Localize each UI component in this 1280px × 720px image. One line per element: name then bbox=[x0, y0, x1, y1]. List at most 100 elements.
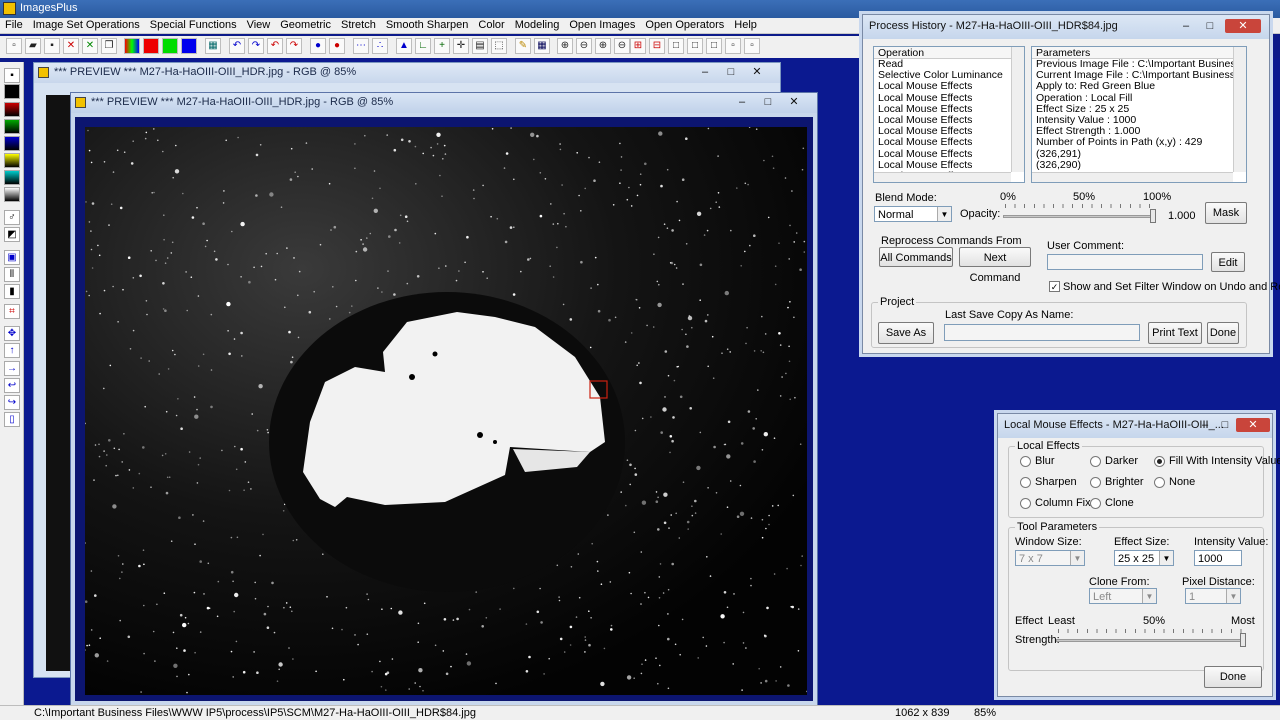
local-mouse-effects-dialog[interactable]: Local Mouse Effects - M27-Ha-HaOIII-OIII… bbox=[997, 413, 1280, 697]
operation-hscroll[interactable] bbox=[874, 172, 1011, 182]
close-button[interactable]: ✕ bbox=[1236, 418, 1270, 432]
effect-radio-label[interactable]: Brighter bbox=[1105, 476, 1144, 488]
zoom-out-icon[interactable]: ⊖ bbox=[576, 38, 592, 54]
black-bar-icon[interactable]: ▮ bbox=[4, 284, 20, 299]
yellow-swatch-icon[interactable] bbox=[4, 153, 20, 168]
red-dot-icon[interactable]: ● bbox=[329, 38, 345, 54]
effect-radio-label[interactable]: Blur bbox=[1035, 455, 1055, 467]
mask-button[interactable]: Mask bbox=[1205, 202, 1247, 224]
effect-radio-label[interactable]: Fill With Intensity Value bbox=[1169, 455, 1280, 467]
blue-dot-icon[interactable]: ● bbox=[310, 38, 326, 54]
cyan-swatch-icon[interactable] bbox=[4, 170, 20, 185]
gradient-icon[interactable]: ◩ bbox=[4, 227, 20, 242]
zoom-fit-icon[interactable]: ⊕ bbox=[595, 38, 611, 54]
zoom-in-icon[interactable]: ⊕ bbox=[557, 38, 573, 54]
selection-box-icon[interactable]: ⬚ bbox=[491, 38, 507, 54]
menu-help[interactable]: Help bbox=[729, 18, 762, 32]
local-effects-done-button[interactable]: Done bbox=[1204, 666, 1262, 688]
process-history-titlebar[interactable]: Process History - M27-Ha-HaOIII-OIII_HDR… bbox=[863, 15, 1269, 39]
red-swatch-icon[interactable] bbox=[4, 102, 20, 117]
menu-image-set-operations[interactable]: Image Set Operations bbox=[28, 18, 145, 32]
edit-button[interactable]: Edit bbox=[1211, 252, 1245, 272]
effect-radio-label[interactable]: None bbox=[1169, 476, 1195, 488]
strength-slider-thumb[interactable] bbox=[1240, 633, 1246, 647]
black-swatch-icon[interactable] bbox=[4, 84, 20, 99]
selection-grid-icon[interactable]: ▤ bbox=[472, 38, 488, 54]
effect-radio[interactable] bbox=[1090, 477, 1101, 488]
effect-radio-label[interactable]: Column Fix bbox=[1035, 497, 1091, 509]
frame-icon-5[interactable]: ▫ bbox=[744, 38, 760, 54]
all-commands-button[interactable]: All Commands bbox=[879, 247, 953, 267]
parameter-list-item[interactable]: Apply to: Red Green Blue bbox=[1032, 81, 1246, 92]
blend-mode-select[interactable]: Normal ▼ bbox=[874, 206, 952, 222]
move-icon[interactable]: ✥ bbox=[4, 326, 20, 341]
crosshair-icon[interactable]: ✛ bbox=[453, 38, 469, 54]
table-icon[interactable]: ▦ bbox=[534, 38, 550, 54]
menu-open-operators[interactable]: Open Operators bbox=[640, 18, 729, 32]
maximize-button[interactable]: □ bbox=[720, 65, 742, 79]
next-command-button[interactable]: Next Command bbox=[959, 247, 1031, 284]
opacity-slider-thumb[interactable] bbox=[1150, 209, 1156, 223]
frame-icon-4[interactable]: ▫ bbox=[725, 38, 741, 54]
process-history-dialog[interactable]: Process History - M27-Ha-HaOIII-OIII_HDR… bbox=[862, 14, 1280, 354]
zoom-actual-icon[interactable]: ⊖ bbox=[614, 38, 630, 54]
arrow-right-icon[interactable]: → bbox=[4, 361, 20, 376]
new-file-icon[interactable]: ▫ bbox=[6, 38, 22, 54]
frame-icon-2[interactable]: □ bbox=[687, 38, 703, 54]
arrow-up-icon[interactable]: ↑ bbox=[4, 343, 20, 358]
axis-icon[interactable]: ∟ bbox=[415, 38, 431, 54]
minimize-button[interactable]: – bbox=[1175, 19, 1197, 33]
menu-smooth-sharpen[interactable]: Smooth Sharpen bbox=[381, 18, 474, 32]
close-all-icon[interactable]: ✕ bbox=[82, 38, 98, 54]
operation-list-item[interactable]: Local Mouse Effects bbox=[874, 137, 1024, 148]
histogram-icon[interactable]: ▲ bbox=[396, 38, 412, 54]
pixel-distance-select[interactable]: 1 ▼ bbox=[1185, 588, 1241, 604]
effect-radio[interactable] bbox=[1020, 498, 1031, 509]
gray-swatch-icon[interactable] bbox=[4, 187, 20, 202]
lasso-icon[interactable]: ♂ bbox=[4, 210, 20, 225]
effect-radio-label[interactable]: Clone bbox=[1105, 497, 1134, 509]
effect-radio[interactable] bbox=[1154, 477, 1165, 488]
close-image-icon[interactable]: ✕ bbox=[63, 38, 79, 54]
columns-icon[interactable]: ⦀ bbox=[4, 267, 20, 282]
effect-radio-label[interactable]: Darker bbox=[1105, 455, 1138, 467]
green-channel-icon[interactable] bbox=[162, 38, 178, 54]
menu-geometric[interactable]: Geometric bbox=[275, 18, 336, 32]
window-size-select[interactable]: 7 x 7 ▼ bbox=[1015, 550, 1085, 566]
crosshair-plus-icon[interactable]: + bbox=[434, 38, 450, 54]
operation-list[interactable]: Operation Read Selective Color Luminance L… bbox=[873, 46, 1025, 183]
close-button[interactable]: ✕ bbox=[746, 65, 768, 79]
effect-radio[interactable] bbox=[1090, 498, 1101, 509]
effect-radio-label[interactable]: Sharpen bbox=[1035, 476, 1077, 488]
minimize-button[interactable]: – bbox=[1194, 418, 1216, 432]
clone-from-select[interactable]: Left ▼ bbox=[1089, 588, 1157, 604]
parameters-list[interactable]: Parameters Previous Image File : C:\Impo… bbox=[1031, 46, 1247, 183]
rgb-channels-icon[interactable] bbox=[124, 38, 140, 54]
operation-vscroll[interactable] bbox=[1011, 47, 1024, 172]
add-icon[interactable]: ⊞ bbox=[630, 38, 646, 54]
maximize-button[interactable]: □ bbox=[1214, 418, 1236, 432]
undo-all-icon[interactable]: ↶ bbox=[267, 38, 283, 54]
intensity-value-input[interactable]: 1000 bbox=[1194, 550, 1242, 566]
grid-icon[interactable]: ▦ bbox=[205, 38, 221, 54]
redo-icon[interactable]: ↷ bbox=[248, 38, 264, 54]
print-text-button[interactable]: Print Text bbox=[1148, 322, 1202, 344]
show-filter-checkbox[interactable]: ✓ bbox=[1049, 281, 1060, 292]
menu-modeling[interactable]: Modeling bbox=[510, 18, 565, 32]
minimize-button[interactable]: – bbox=[731, 95, 753, 109]
preview-window-front[interactable]: *** PREVIEW *** M27-Ha-HaOIII-OIII_HDR.j… bbox=[70, 92, 818, 706]
parameter-list-item[interactable]: Number of Points in Path (x,y) : 429 bbox=[1032, 137, 1246, 148]
dotted-line-icon[interactable]: ⋯ bbox=[353, 38, 369, 54]
green-swatch-icon[interactable] bbox=[4, 119, 20, 134]
preview-front-titlebar[interactable]: *** PREVIEW *** M27-Ha-HaOIII-OIII_HDR.j… bbox=[71, 93, 817, 113]
red-channel-icon[interactable] bbox=[143, 38, 159, 54]
operation-list-item[interactable]: Local Mouse Effects bbox=[874, 148, 1024, 160]
parameters-hscroll[interactable] bbox=[1032, 172, 1233, 182]
maximize-button[interactable]: □ bbox=[1199, 19, 1221, 33]
close-button[interactable]: ✕ bbox=[1225, 19, 1261, 33]
preview-image-canvas[interactable] bbox=[85, 127, 807, 695]
menu-special-functions[interactable]: Special Functions bbox=[145, 18, 242, 32]
parameter-list-item[interactable]: (326,290) bbox=[1032, 159, 1246, 171]
menu-file[interactable]: File bbox=[0, 18, 28, 32]
close-button[interactable]: ✕ bbox=[783, 95, 805, 109]
